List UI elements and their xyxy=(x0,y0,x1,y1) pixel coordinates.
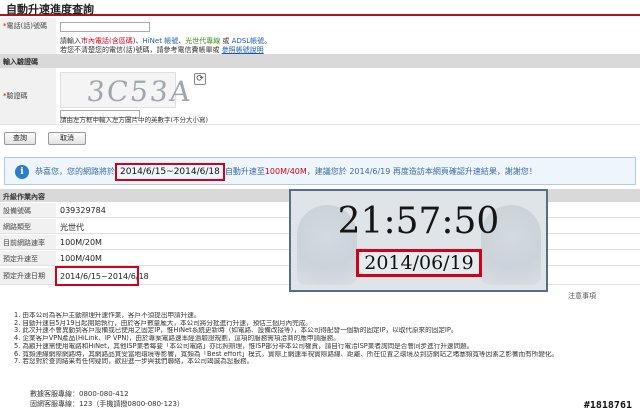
hint-text: 請輸入 xyxy=(60,37,81,45)
detail-value: 039329784 xyxy=(60,206,106,215)
list-item: 2. 自動升速自5月19日起開始執行，由於客戶數量龐大，本公司將分批進行升速，預… xyxy=(14,319,312,327)
contact-data-line: 數據客服專線：0800-080-412 xyxy=(30,390,129,398)
list-item: 6. 寬頻連線網際網路時，其網路品質受當地環境等影響，寬頻為「Best effo… xyxy=(14,350,559,358)
list-item: 7. 若您對於查詢結果有任何疑問，歡迎進一步與我們聯絡，本公司竭誠為您服務。 xyxy=(14,358,254,366)
hint-adsl: ADSL帳號 xyxy=(231,37,265,45)
title-bar: 自動升速進度查詢 xyxy=(0,0,640,16)
result-notice: i 恭喜您，您的網路將於 2014/6/15~2014/6/18 自動升速至100M… xyxy=(4,157,636,185)
phone-hint: 請輸入市內電話(含區碼)、HiNet 帳號、光世代專線 或 ADSL帳號。 xyxy=(60,37,271,46)
notice-speed: 100M/40M xyxy=(264,167,307,176)
date-highlight-box xyxy=(55,266,139,286)
detail-label: 預定升速日期 xyxy=(0,268,56,284)
captcha-section-header: 輸入驗證碼 xyxy=(0,54,640,68)
contact-fixed-line: 固網客服專線：123（手機請撥0800-080-123） xyxy=(30,400,184,408)
phone-label: 電話(話)號碼 xyxy=(6,22,47,30)
info-icon: i xyxy=(15,165,29,179)
notes-label: 注意事項 xyxy=(568,292,596,300)
captcha-image-text: 3C53A xyxy=(85,75,194,108)
notice-text: 恭喜您，您的網路將於 2014/6/15~2014/6/18 自動升速至100M/4… xyxy=(35,163,537,181)
captcha-label-cell: *驗證碼 xyxy=(0,68,56,124)
hint-fiber: 光世代專線 xyxy=(185,37,221,45)
hint-or: 或 xyxy=(220,37,232,45)
detail-label: 設備號碼 xyxy=(0,203,56,217)
clock-overlay: 21:57:50 2014/06/19 xyxy=(289,189,548,292)
captcha-label: 驗證碼 xyxy=(6,92,28,100)
notice-mid: 自動升速至 xyxy=(224,167,265,176)
refresh-icon[interactable]: ⟳ xyxy=(194,73,206,85)
captcha-hint: 請由左方框中輸入左方圖片中的英數字(不分大小寫) xyxy=(60,116,209,124)
notice-prefix: 恭喜您，您的網路將於 xyxy=(35,167,115,176)
captcha-image: 3C53A xyxy=(60,72,194,108)
hint-hinet: HiNet 帳號 xyxy=(142,37,179,45)
list-item: 5. 為顧升速需使用電路和HiNet，其他ISP業者每要「本公司電路」亦比照辦理… xyxy=(14,342,474,350)
hint-end: 。 xyxy=(264,37,272,45)
hint-line2-text: 若您不清楚您的電信(話)號碼，請參考電信費帳單或 xyxy=(60,46,222,54)
detail-label: 目前網路速率 xyxy=(0,235,56,249)
watermark: #1818761 xyxy=(583,400,632,411)
cancel-button[interactable]: 取消 xyxy=(48,132,86,145)
page-title: 自動升速進度查詢 xyxy=(6,3,94,16)
detail-value: 100M/20M xyxy=(60,238,102,247)
notice-suffix: ，建議您於 2014/6/19 再度造訪本網頁確認升速結果，謝謝您！ xyxy=(306,167,537,176)
phone-input[interactable] xyxy=(60,22,150,32)
clock-time: 21:57:50 xyxy=(337,201,500,242)
list-item: 4. 企業客戶VPN產品(HiLink、IP VPN)，由於專案電路速率經過驗證… xyxy=(14,335,340,343)
detail-label: 網路類型 xyxy=(0,219,56,233)
detail-value: 100M/40M xyxy=(60,254,102,263)
hint-landline: 市內電話(含區碼) xyxy=(81,37,136,45)
list-item: 1. 由本公司為客戶主動辦理升速作業，客戶不須提出申請升速。 xyxy=(14,312,201,319)
notice-dates: 2014/6/15~2014/6/18 xyxy=(115,163,225,181)
detail-label: 預定升速至 xyxy=(0,251,56,265)
list-item: 3. 此次升速不會異動到客戶設備或已使用之固定IP，惟HiNet系統更新時（如電… xyxy=(14,327,458,335)
clock-date: 2014/06/19 xyxy=(356,249,482,277)
account-help-link[interactable]: 參照帳號說明 xyxy=(222,46,264,54)
notes-list: 1. 由本公司為客戶主動辦理升速作業，客戶不須提出申請升速。 2. 自動升速自5… xyxy=(14,312,634,366)
detail-value: 光世代 xyxy=(60,223,84,232)
query-button[interactable]: 查詢 xyxy=(4,132,36,145)
